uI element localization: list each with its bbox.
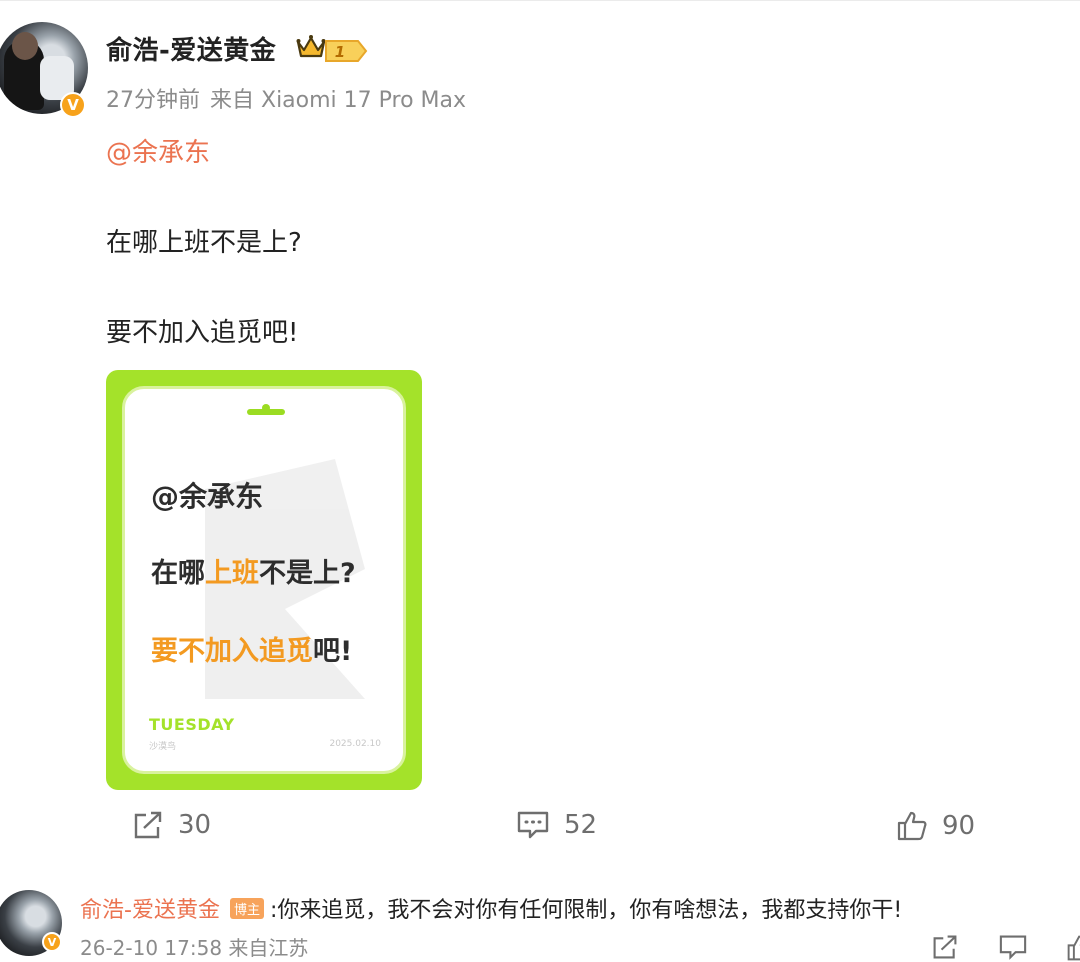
comment-meta: 26-2-10 17:58 来自江苏 <box>80 932 308 961</box>
comment-time: 26-2-10 17:58 <box>80 936 223 960</box>
card-day: TUESDAY <box>149 715 235 734</box>
share-icon <box>134 811 162 839</box>
card-mention: @余承东 <box>151 480 264 513</box>
post-image[interactable]: @余承东 在哪上班不是上? 要不加入追觅吧! TUESDAY 沙漠鸟 2025.… <box>106 370 422 790</box>
card-date: 2025.02.10 <box>329 739 381 749</box>
comment-count: 52 <box>564 810 598 840</box>
comment-reply-icon[interactable] <box>998 934 1028 960</box>
comment-icon <box>517 811 549 839</box>
verified-v-icon: V <box>60 92 86 118</box>
level-number: 1 <box>335 43 345 61</box>
post-source: 来自 Xiaomi 17 Pro Max <box>210 88 467 113</box>
post-meta: 27分钟前 来自 Xiaomi 17 Pro Max <box>106 82 476 114</box>
comment-avatar[interactable]: V <box>0 890 66 956</box>
like-count: 90 <box>942 811 976 841</box>
post-text-line2: 要不加入追觅吧! <box>106 318 299 348</box>
blogger-badge: 博主 <box>229 898 264 919</box>
comment-source: 来自江苏 <box>228 936 309 960</box>
share-count: 30 <box>178 810 212 840</box>
like-button[interactable]: 90 <box>896 810 975 842</box>
comment-actions <box>930 934 1080 962</box>
top-divider <box>0 0 1080 1</box>
level-badge-icon: 1 <box>325 40 368 62</box>
comment-row: 俞浩-爱送黄金 博主:你来追觅，我不会对你有任何限制，你有啥想法，我都支持你干! <box>80 892 902 924</box>
comment-share-icon[interactable] <box>930 934 960 960</box>
card-footer-left: 沙漠鸟 <box>149 742 177 752</box>
comment-like-icon[interactable] <box>1066 934 1080 962</box>
author-name[interactable]: 俞浩-爱送黄金 <box>106 30 276 67</box>
comment-author[interactable]: 俞浩-爱送黄金 <box>80 898 220 923</box>
post-time: 27分钟前 <box>106 88 200 113</box>
comment-button[interactable]: 52 <box>516 810 597 840</box>
verified-v-icon: V <box>42 932 62 952</box>
author-avatar[interactable]: V <box>0 22 88 118</box>
thumbs-up-icon <box>897 811 927 841</box>
card-question: 在哪上班不是上? <box>151 558 356 589</box>
card-answer: 要不加入追觅吧! <box>151 636 353 667</box>
mention-link[interactable]: @余承东 <box>106 132 210 169</box>
post-text-line1: 在哪上班不是上? <box>106 228 302 258</box>
comment-text: :你来追觅，我不会对你有任何限制，你有啥想法，我都支持你干! <box>269 898 903 923</box>
share-button[interactable]: 30 <box>132 810 211 840</box>
